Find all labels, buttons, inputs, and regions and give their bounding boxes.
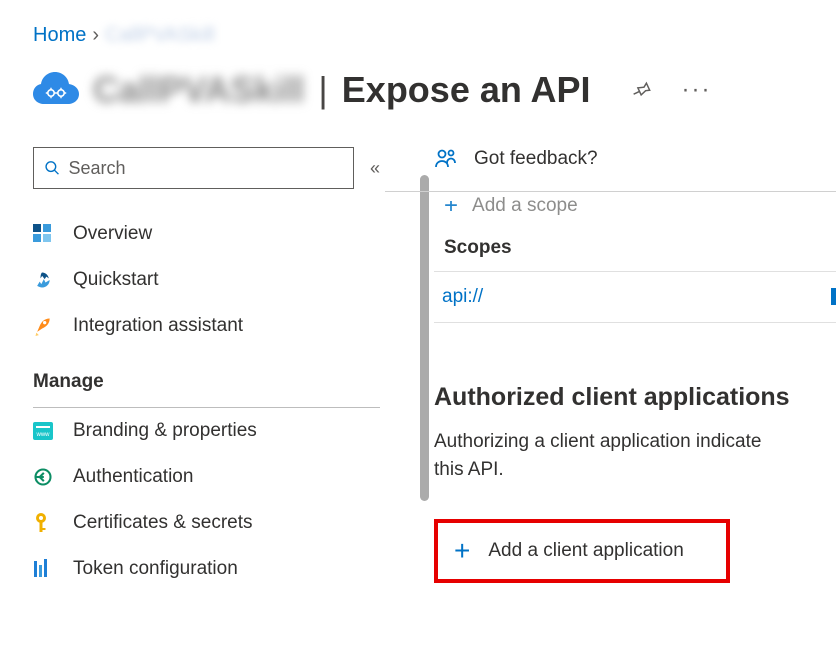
- plus-icon: +: [454, 537, 470, 565]
- branding-icon: www: [33, 422, 55, 440]
- sidebar-item-integration-assistant[interactable]: Integration assistant: [33, 303, 386, 349]
- sidebar-section-manage: Manage: [33, 349, 386, 407]
- app-cloud-icon: [33, 67, 79, 113]
- breadcrumb-separator: ›: [92, 24, 99, 47]
- page-title: Expose an API: [342, 69, 591, 111]
- rocket-icon: [33, 316, 55, 336]
- more-icon[interactable]: ···: [683, 76, 711, 104]
- sidebar-item-branding[interactable]: www Branding & properties: [33, 408, 386, 454]
- add-scope-button[interactable]: + Add a scope: [434, 193, 836, 219]
- collapse-sidebar-icon[interactable]: «: [364, 158, 386, 179]
- scope-indicator: [831, 288, 836, 305]
- sidebar-item-certificates-secrets[interactable]: Certificates & secrets: [33, 500, 386, 546]
- sidebar-item-quickstart[interactable]: Quickstart: [33, 257, 386, 303]
- feedback-button[interactable]: Got feedback?: [434, 147, 836, 181]
- svg-text:www: www: [36, 432, 51, 438]
- feedback-icon: [434, 147, 458, 171]
- add-client-label: Add a client application: [488, 540, 683, 562]
- sidebar-item-label: Branding & properties: [73, 420, 257, 442]
- breadcrumb: Home › CallPVASkill: [0, 0, 836, 47]
- sidebar-item-label: Integration assistant: [73, 315, 243, 337]
- sidebar-item-label: Authentication: [73, 466, 193, 488]
- scope-link[interactable]: api://: [442, 286, 483, 307]
- sidebar-item-overview[interactable]: Overview: [33, 211, 386, 257]
- title-bar: CallPVASkill | Expose an API ···: [0, 47, 836, 113]
- sidebar-item-authentication[interactable]: Authentication: [33, 454, 386, 500]
- add-client-application-button[interactable]: + Add a client application: [434, 519, 730, 583]
- main-content: Got feedback? + Add a scope Scopes api:/…: [386, 147, 836, 652]
- sidebar-item-label: Token configuration: [73, 558, 238, 580]
- app-name: CallPVASkill: [93, 69, 304, 111]
- authorized-apps-description: Authorizing a client application indicat…: [434, 428, 836, 483]
- divider: [385, 191, 836, 192]
- sidebar-item-token-configuration[interactable]: Token configuration: [33, 546, 386, 592]
- feedback-label: Got feedback?: [474, 148, 598, 170]
- quickstart-icon: [33, 270, 55, 290]
- token-icon: [33, 559, 55, 579]
- sidebar-item-label: Quickstart: [73, 269, 159, 291]
- search-input[interactable]: [69, 158, 343, 179]
- overview-icon: [33, 224, 55, 244]
- scopes-header: Scopes: [434, 237, 836, 259]
- search-icon: [44, 159, 61, 177]
- sidebar-item-label: Overview: [73, 223, 152, 245]
- add-scope-label: Add a scope: [472, 195, 578, 217]
- plus-icon: +: [444, 201, 458, 211]
- authorized-apps-header: Authorized client applications: [434, 383, 836, 412]
- scope-row[interactable]: api://: [434, 272, 836, 323]
- breadcrumb-home[interactable]: Home: [33, 24, 86, 47]
- sidebar: « Overview Quickstart: [0, 147, 386, 652]
- sidebar-item-label: Certificates & secrets: [73, 512, 253, 534]
- key-icon: [33, 512, 55, 534]
- title-separator: |: [318, 69, 327, 111]
- pin-icon[interactable]: [627, 76, 655, 104]
- breadcrumb-app[interactable]: CallPVASkill: [105, 24, 215, 47]
- search-box[interactable]: [33, 147, 354, 189]
- auth-icon: [33, 467, 55, 487]
